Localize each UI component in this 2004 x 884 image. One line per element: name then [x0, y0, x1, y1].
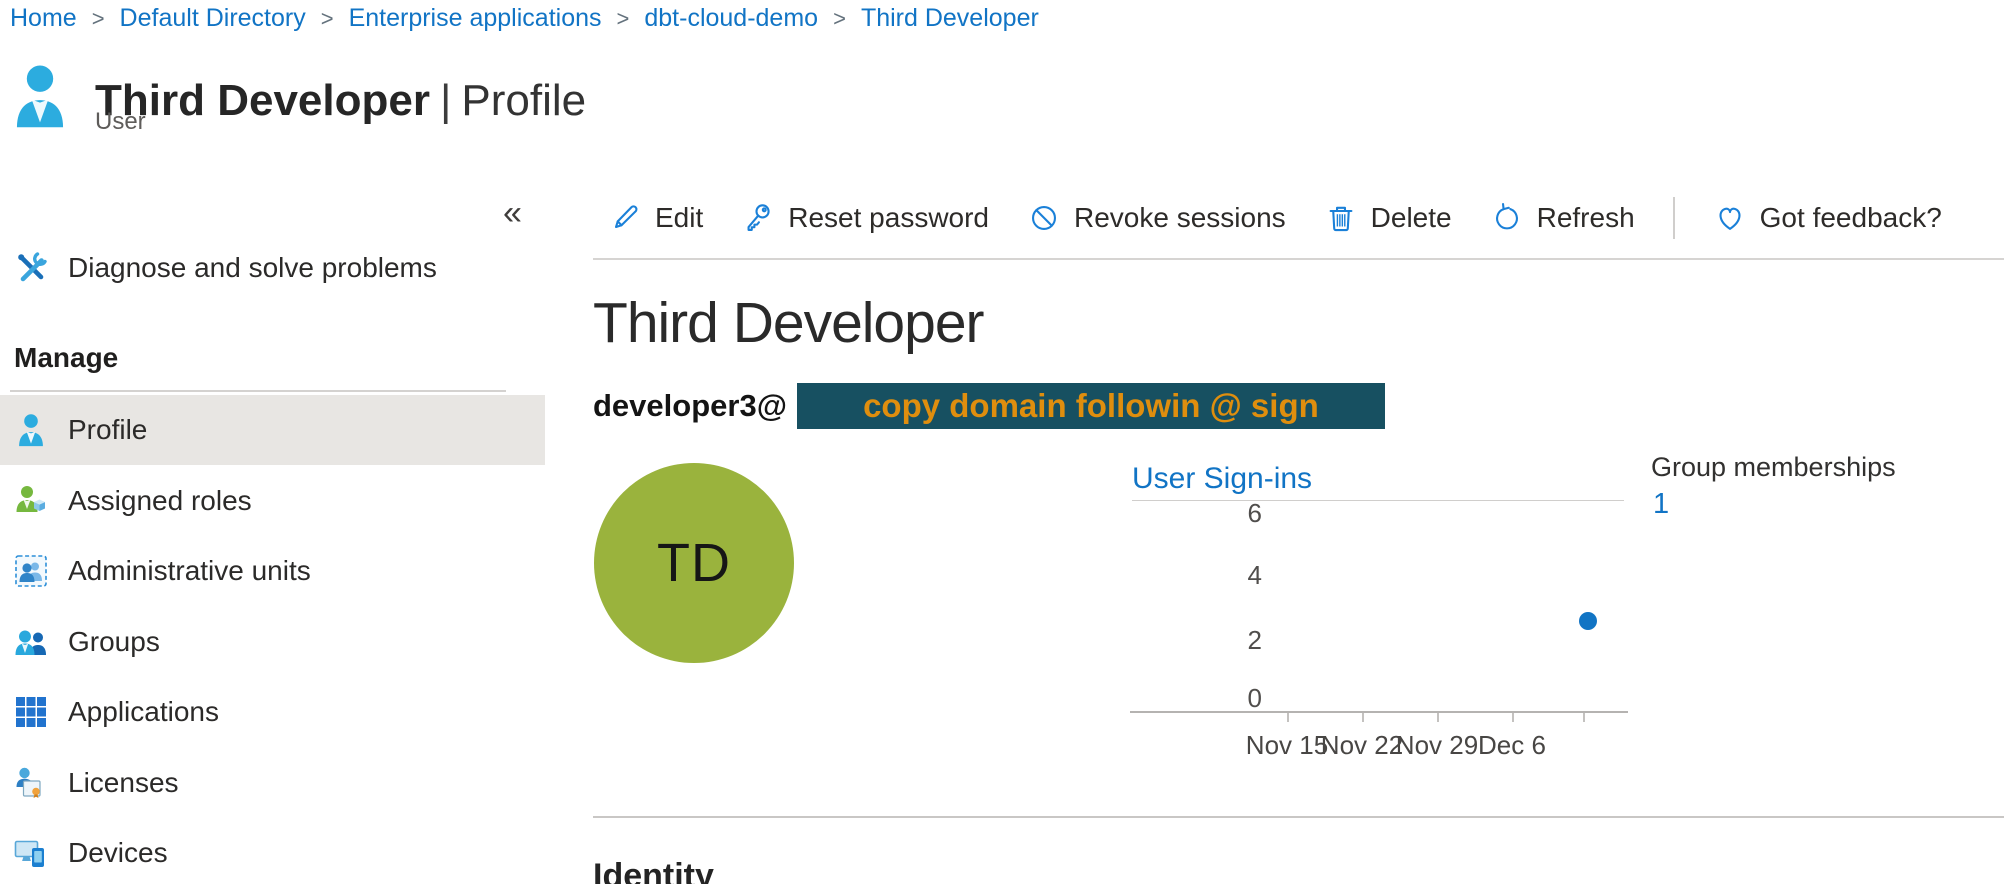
- y-tick-label: 6: [1222, 500, 1262, 526]
- user-signins-link[interactable]: User Sign-ins: [1132, 462, 1312, 496]
- sidebar-section-manage: Manage: [14, 342, 118, 374]
- edit-button[interactable]: Edit: [608, 201, 703, 235]
- chart-title-underline: [1132, 500, 1624, 501]
- breadcrumb: Home > Default Directory > Enterprise ap…: [10, 4, 1039, 33]
- x-tick-label: Dec 6: [1467, 730, 1557, 761]
- sidebar-item-assigned-roles[interactable]: Assigned roles: [0, 466, 545, 536]
- azure-user-profile-page: Home > Default Directory > Enterprise ap…: [0, 0, 2004, 884]
- assigned-roles-icon: [14, 484, 48, 518]
- sidebar-collapse-button[interactable]: «: [503, 194, 522, 233]
- key-icon: [741, 201, 775, 235]
- refresh-label: Refresh: [1537, 202, 1635, 234]
- sidebar-item-label: Licenses: [68, 767, 179, 799]
- x-axis-tick: [1287, 713, 1289, 722]
- sidebar-item-profile[interactable]: Profile: [0, 395, 545, 465]
- applications-grid-icon: [14, 695, 48, 729]
- breadcrumb-separator: >: [833, 6, 846, 32]
- block-icon: [1027, 201, 1061, 235]
- pencil-icon: [608, 201, 642, 235]
- person-icon: [14, 413, 48, 447]
- reset-password-label: Reset password: [788, 202, 989, 234]
- y-tick-label: 0: [1222, 685, 1262, 711]
- revoke-sessions-button[interactable]: Revoke sessions: [1027, 201, 1286, 235]
- sidebar-item-label: Assigned roles: [68, 485, 252, 517]
- devices-icon: [14, 836, 48, 870]
- redacted-domain-overlay: copy domain followin @ sign: [797, 383, 1385, 429]
- toolbar-divider: [1673, 197, 1675, 239]
- y-tick-label: 2: [1222, 627, 1262, 653]
- user-principal-name: developer3@ copy domain followin @ sign: [593, 383, 1385, 429]
- diagnose-tools-icon: [14, 251, 48, 285]
- reset-password-button[interactable]: Reset password: [741, 201, 989, 235]
- sidebar-item-diagnose-and-solve-problems[interactable]: Diagnose and solve problems: [0, 233, 545, 303]
- groups-icon: [14, 625, 48, 659]
- refresh-icon: [1490, 201, 1524, 235]
- content-top-divider: [593, 258, 2004, 260]
- sidebar-item-licenses[interactable]: Licenses: [0, 748, 545, 818]
- group-memberships-label: Group memberships: [1651, 452, 1896, 483]
- sidebar-item-label: Diagnose and solve problems: [68, 252, 437, 284]
- heart-icon: [1713, 201, 1747, 235]
- user-display-name: Third Developer: [593, 290, 984, 356]
- refresh-button[interactable]: Refresh: [1490, 201, 1635, 235]
- breadcrumb-default-directory[interactable]: Default Directory: [120, 4, 306, 33]
- group-memberships-count-link[interactable]: 1: [1653, 488, 1669, 521]
- user-signins-chart: User Sign-ins 6 4 2 0 Nov 15 Nov 22 Nov …: [1130, 460, 1630, 770]
- got-feedback-label: Got feedback?: [1760, 202, 1942, 234]
- sidebar-item-label: Administrative units: [68, 555, 311, 587]
- breadcrumb-separator: >: [92, 6, 105, 32]
- sidebar-item-label: Groups: [68, 626, 160, 658]
- got-feedback-button[interactable]: Got feedback?: [1713, 201, 1942, 235]
- upn-prefix: developer3@: [593, 388, 787, 424]
- x-axis-tick: [1362, 713, 1364, 722]
- page-subtitle: User: [95, 108, 146, 136]
- licenses-icon: [14, 766, 48, 800]
- delete-label: Delete: [1371, 202, 1452, 234]
- breadcrumb-separator: >: [321, 6, 334, 32]
- identity-section-heading: Identity: [593, 857, 714, 884]
- sidebar-item-label: Profile: [68, 414, 147, 446]
- administrative-units-icon: [14, 554, 48, 588]
- sidebar-divider: [10, 390, 506, 392]
- revoke-sessions-label: Revoke sessions: [1074, 202, 1286, 234]
- page-title-section: Profile: [461, 76, 586, 125]
- sidebar-item-applications[interactable]: Applications: [0, 677, 545, 747]
- sidebar-item-devices[interactable]: Devices: [0, 818, 545, 884]
- sidebar-item-label: Devices: [68, 837, 168, 869]
- x-axis-tick: [1512, 713, 1514, 722]
- avatar: TD: [594, 463, 794, 663]
- sidebar-item-groups[interactable]: Groups: [0, 607, 545, 677]
- command-bar: Edit Reset password Revoke sessions: [608, 192, 1942, 244]
- breadcrumb-dbt-cloud-demo[interactable]: dbt-cloud-demo: [644, 4, 818, 33]
- breadcrumb-third-developer[interactable]: Third Developer: [861, 4, 1039, 33]
- user-icon: [12, 56, 68, 136]
- breadcrumb-enterprise-applications[interactable]: Enterprise applications: [349, 4, 602, 33]
- chart-data-point: [1579, 612, 1597, 630]
- trash-icon: [1324, 201, 1358, 235]
- edit-label: Edit: [655, 202, 703, 234]
- sidebar-item-administrative-units[interactable]: Administrative units: [0, 536, 545, 606]
- x-axis-tick: [1437, 713, 1439, 722]
- section-divider: [593, 816, 2004, 818]
- page-title: Third Developer|Profile: [95, 75, 586, 127]
- breadcrumb-home[interactable]: Home: [10, 4, 77, 33]
- sidebar-item-label: Applications: [68, 696, 219, 728]
- x-axis-tick: [1583, 713, 1585, 722]
- delete-button[interactable]: Delete: [1324, 201, 1452, 235]
- page-title-separator: |: [440, 76, 451, 125]
- y-tick-label: 4: [1222, 562, 1262, 588]
- chart-x-axis: [1130, 711, 1628, 713]
- breadcrumb-separator: >: [617, 6, 630, 32]
